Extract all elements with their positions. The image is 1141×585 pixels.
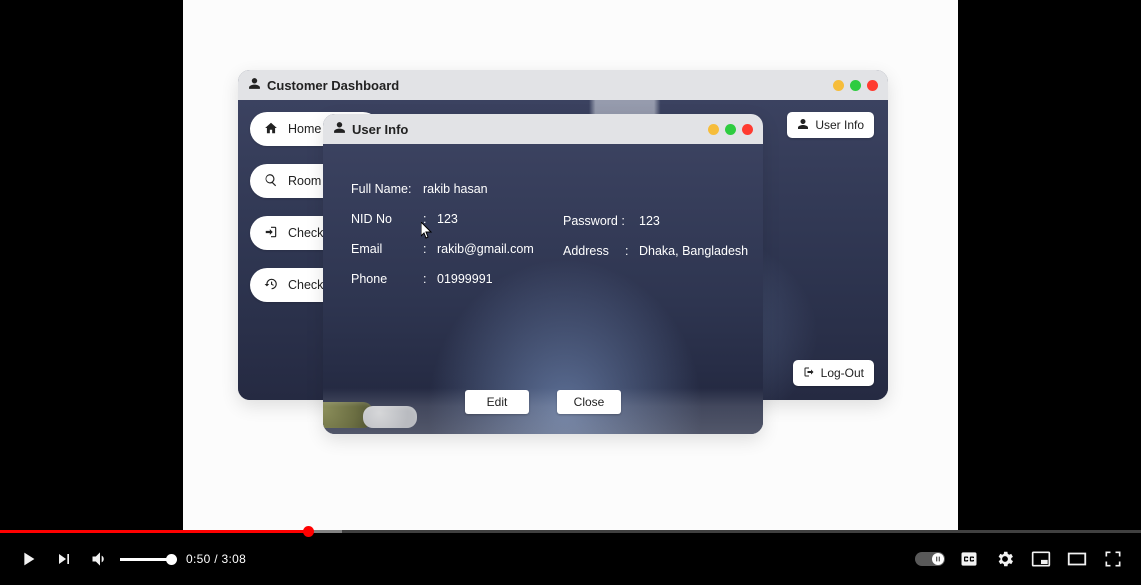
logout-icon	[803, 366, 815, 381]
current-time: 0:50	[186, 552, 211, 566]
history-icon	[264, 277, 278, 294]
colon: :	[625, 244, 639, 258]
user-icon	[797, 118, 809, 133]
maximize-dot[interactable]	[725, 124, 736, 135]
play-button[interactable]	[10, 541, 46, 577]
settings-button[interactable]	[987, 541, 1023, 577]
logout-button-label: Log-Out	[821, 366, 864, 380]
logout-button[interactable]: Log-Out	[793, 360, 874, 386]
sidebar-label-room: Room	[288, 174, 321, 188]
field-fullname: Full Name: rakib hasan	[351, 182, 534, 196]
volume-button[interactable]	[82, 541, 118, 577]
field-password: Password : 123	[563, 214, 748, 228]
home-icon	[264, 121, 278, 138]
fullscreen-button[interactable]	[1095, 541, 1131, 577]
close-dot[interactable]	[742, 124, 753, 135]
close-dot[interactable]	[867, 80, 878, 91]
userinfo-fields-left: Full Name: rakib hasan NID No : 123 Emai…	[351, 182, 534, 302]
dashboard-titlebar[interactable]: Customer Dashboard	[238, 70, 888, 100]
search-icon	[264, 173, 278, 190]
next-button[interactable]	[46, 541, 82, 577]
login-icon	[264, 225, 278, 242]
user-info-button[interactable]: User Info	[787, 112, 874, 138]
field-address: Address : Dhaka, Bangladesh	[563, 244, 748, 258]
label-email: Email	[351, 242, 423, 256]
user-info-button-label: User Info	[815, 118, 864, 132]
value-password: 123	[639, 214, 660, 228]
userinfo-titlebar[interactable]: User Info	[323, 114, 763, 144]
dashboard-traffic-lights[interactable]	[833, 80, 878, 91]
volume-fill	[120, 558, 172, 561]
dashboard-title: Customer Dashboard	[267, 78, 399, 93]
volume-knob[interactable]	[166, 554, 177, 565]
label-fullname: Full Name:	[351, 182, 423, 196]
userinfo-fields-right: Password : 123 Address : Dhaka, Banglade…	[563, 214, 748, 274]
video-control-bar: 0:50 / 3:08	[0, 533, 1141, 585]
field-phone: Phone : 01999991	[351, 272, 534, 286]
autoplay-toggle[interactable]	[915, 552, 945, 566]
colon: :	[423, 242, 437, 256]
maximize-dot[interactable]	[850, 80, 861, 91]
value-address: Dhaka, Bangladesh	[639, 244, 748, 258]
value-nid: 123	[437, 212, 458, 226]
field-email: Email : rakib@gmail.com	[351, 242, 534, 256]
userinfo-button-row: Edit Close	[323, 390, 763, 414]
label-nid: NID No	[351, 212, 423, 226]
sidebar-label-checkout: Check	[288, 278, 323, 292]
volume-slider[interactable]	[120, 558, 172, 561]
sidebar-label-checkin: Check-	[288, 226, 328, 240]
close-button[interactable]: Close	[557, 390, 621, 414]
miniplayer-button[interactable]	[1023, 541, 1059, 577]
user-info-window: User Info Full Name: rakib hasan NID No …	[323, 114, 763, 434]
value-phone: 01999991	[437, 272, 493, 286]
label-password: Password :	[563, 214, 639, 228]
edit-button[interactable]: Edit	[465, 390, 529, 414]
theater-button[interactable]	[1059, 541, 1095, 577]
value-fullname: rakib hasan	[423, 182, 488, 196]
duration: 3:08	[221, 552, 246, 566]
minimize-dot[interactable]	[833, 80, 844, 91]
value-email: rakib@gmail.com	[437, 242, 534, 256]
user-icon	[333, 121, 346, 137]
colon: :	[423, 212, 437, 226]
label-phone: Phone	[351, 272, 423, 286]
field-nid: NID No : 123	[351, 212, 534, 226]
userinfo-traffic-lights[interactable]	[708, 124, 753, 135]
video-stage: Customer Dashboard Home Room Chec	[183, 0, 958, 530]
user-icon	[248, 77, 261, 93]
colon: :	[423, 272, 437, 286]
autoplay-toggle-knob	[932, 553, 944, 565]
captions-button[interactable]	[951, 541, 987, 577]
minimize-dot[interactable]	[708, 124, 719, 135]
sidebar-label-home: Home	[288, 122, 321, 136]
label-address: Address	[563, 244, 625, 258]
userinfo-title: User Info	[352, 122, 408, 137]
time-display: 0:50 / 3:08	[186, 552, 246, 566]
userinfo-body: Full Name: rakib hasan NID No : 123 Emai…	[323, 144, 763, 434]
